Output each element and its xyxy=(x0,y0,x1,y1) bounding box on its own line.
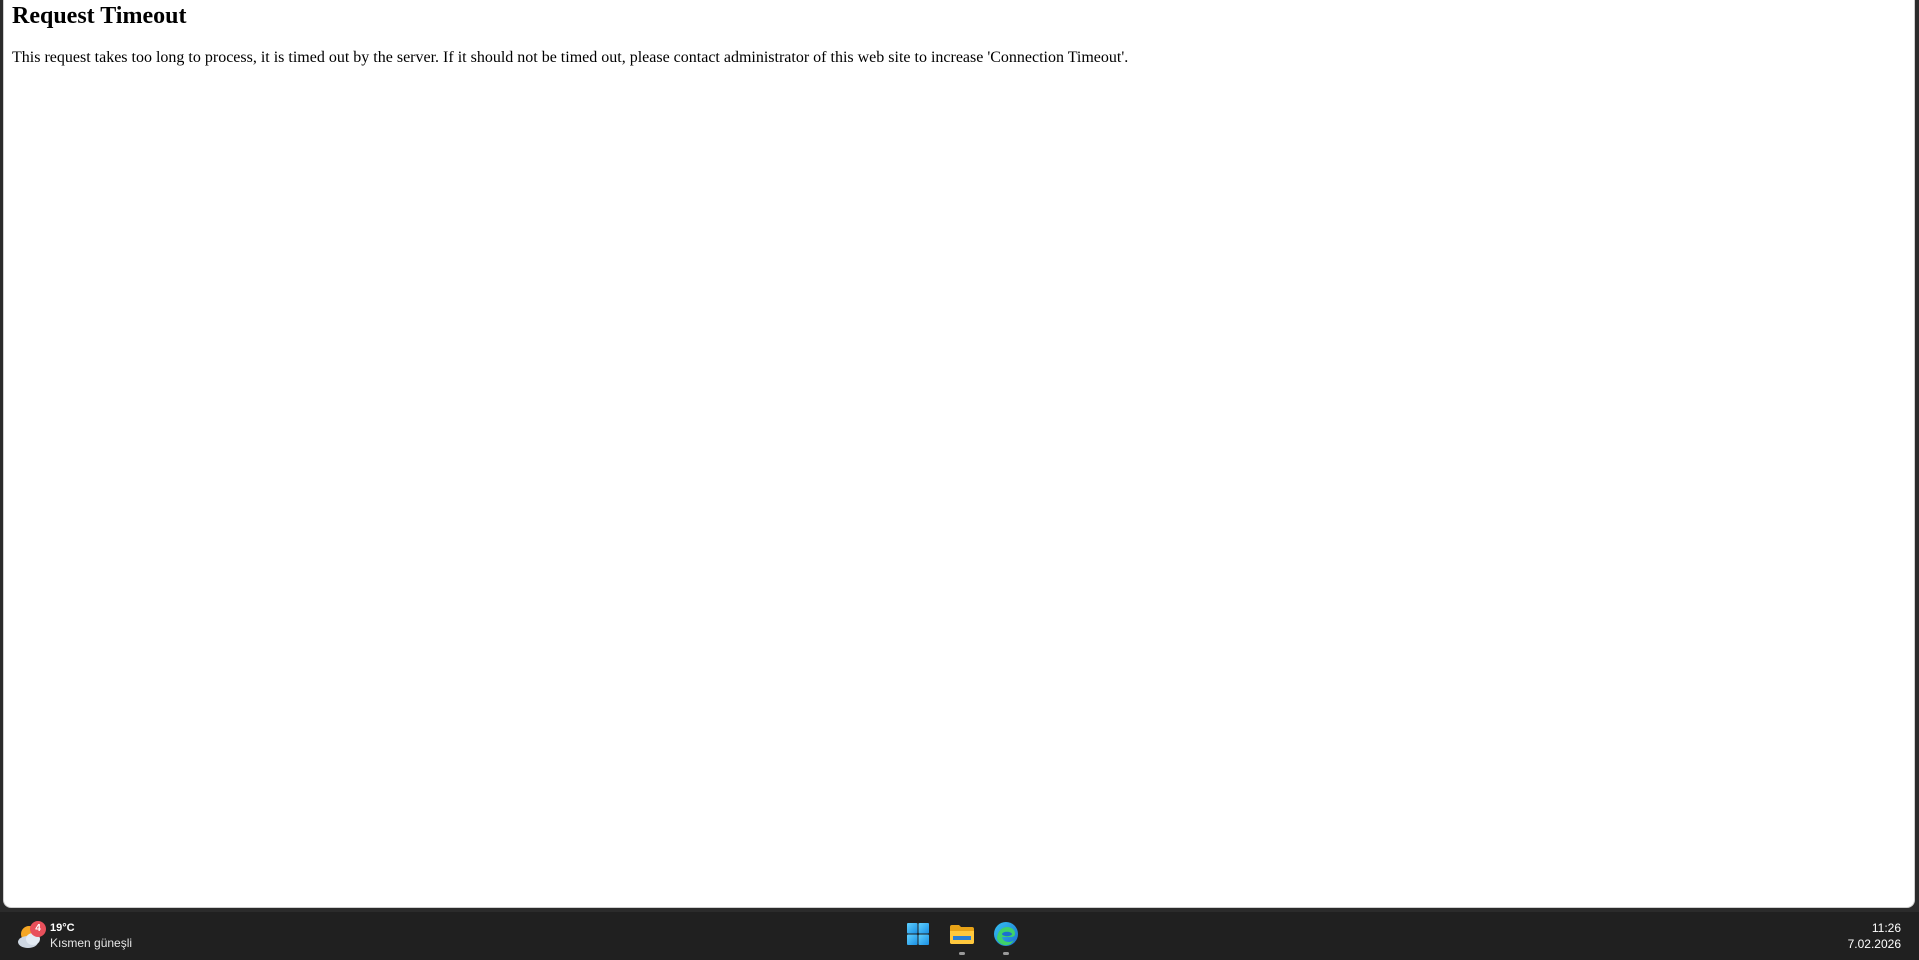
weather-description: Kısmen güneşli xyxy=(50,936,133,950)
file-explorer-button[interactable] xyxy=(942,916,982,956)
browser-window: Request Timeout This request takes too l… xyxy=(3,0,1915,908)
error-message: This request takes too long to process, … xyxy=(12,49,1129,66)
running-indicator xyxy=(959,952,965,955)
windows-start-icon xyxy=(906,922,930,951)
folder-icon xyxy=(949,922,975,951)
taskbar: 4 19°C Kısmen güneşli 11:26 7.02.2026 xyxy=(0,912,1919,960)
clock-time: 11:26 xyxy=(1871,921,1901,935)
weather-temperature: 19°C xyxy=(50,922,75,934)
weather-widget[interactable]: 4 19°C Kısmen güneşli xyxy=(16,919,132,953)
edge-browser-icon xyxy=(993,921,1019,952)
weather-badge: 4 xyxy=(30,921,46,937)
system-clock[interactable]: 11:26 7.02.2026 xyxy=(1848,920,1901,952)
start-button[interactable] xyxy=(898,916,938,956)
partly-sunny-icon: 4 xyxy=(16,921,46,951)
page-title: Request Timeout xyxy=(12,3,187,29)
edge-browser-button[interactable] xyxy=(986,916,1026,956)
clock-date: 7.02.2026 xyxy=(1847,937,1901,951)
weather-text: 19°C Kısmen güneşli xyxy=(50,921,132,951)
running-indicator xyxy=(1003,952,1009,955)
taskbar-apps xyxy=(896,912,1028,960)
